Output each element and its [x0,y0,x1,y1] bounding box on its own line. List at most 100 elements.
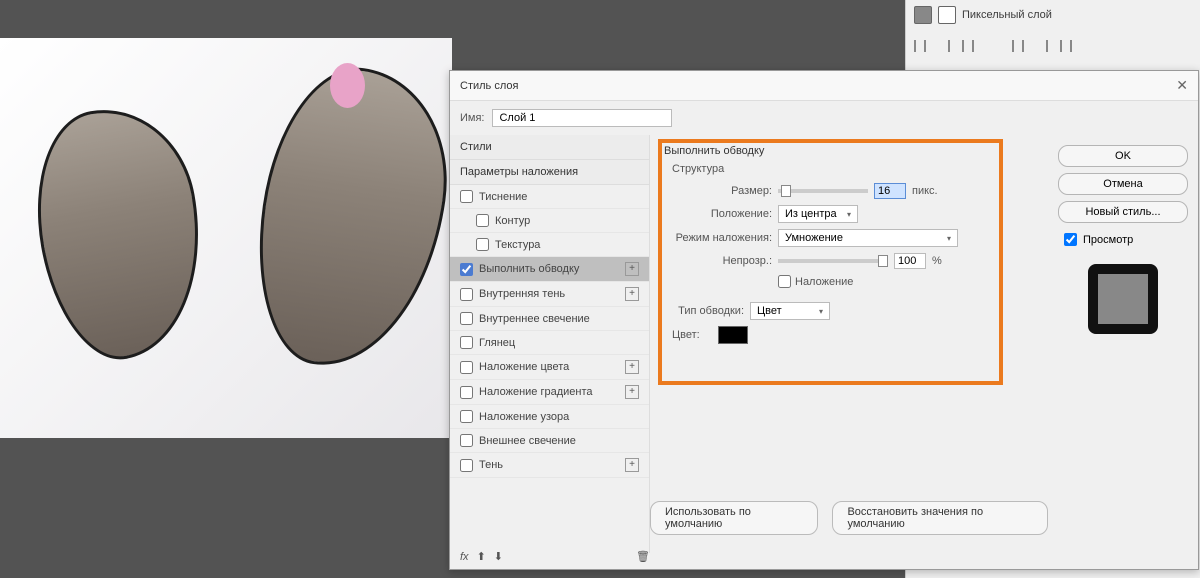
align-left-icon[interactable] [914,40,926,52]
opacity-unit: % [932,255,942,267]
size-slider[interactable] [778,189,868,193]
style-item-текстура[interactable]: Текстура [450,233,649,257]
style-item-глянец[interactable]: Глянец [450,331,649,355]
style-item-label: Тиснение [479,191,527,203]
layer-style-dialog: Стиль слоя ✕ Имя: Стили Параметры наложе… [449,70,1199,570]
chevron-down-icon: ▾ [947,234,951,243]
layer-name-input[interactable] [492,109,672,127]
style-checkbox[interactable] [460,190,473,203]
style-item-label: Контур [495,215,530,227]
canvas-area [0,38,452,438]
style-checkbox[interactable] [476,214,489,227]
cancel-button[interactable]: Отмена [1058,173,1188,195]
align-top-icon[interactable] [1012,40,1024,52]
structure-title: Структура [672,163,1034,175]
style-checkbox[interactable] [460,386,473,399]
opacity-input[interactable] [894,253,926,269]
style-item-внешнее-свечение[interactable]: Внешнее свечение [450,429,649,453]
style-settings-panel: Выполнить обводку Структура Размер: пикс… [650,135,1048,553]
style-checkbox[interactable] [460,459,473,472]
align-bottom-icon[interactable] [1060,40,1072,52]
preview-checkbox[interactable]: Просмотр [1064,233,1188,246]
style-item-тиснение[interactable]: Тиснение [450,185,649,209]
style-item-label: Наложение градиента [479,386,593,398]
style-checkbox[interactable] [460,361,473,374]
style-checkbox[interactable] [460,434,473,447]
layer-mask-icon [938,6,956,24]
chevron-down-icon: ▾ [847,210,851,219]
color-label: Цвет: [672,329,712,341]
add-effect-icon[interactable]: + [625,385,639,399]
layer-name: Пиксельный слой [962,9,1052,21]
layer-row[interactable]: Пиксельный слой [906,0,1200,30]
style-checkbox[interactable] [460,410,473,423]
fill-type-select[interactable]: Цвет ▾ [750,302,830,320]
style-item-внутренняя-тень[interactable]: Внутренняя тень + [450,282,649,307]
pink-toy [330,63,365,108]
add-effect-icon[interactable]: + [625,360,639,374]
arrow-down-icon[interactable]: ⬇ [494,550,503,563]
blending-options-item[interactable]: Параметры наложения [450,160,649,185]
style-item-наложение-узора[interactable]: Наложение узора [450,405,649,429]
style-checkbox[interactable] [460,312,473,325]
fill-type-label: Тип обводки: [664,305,744,317]
style-item-контур[interactable]: Контур [450,209,649,233]
style-item-label: Тень [479,459,503,471]
close-icon[interactable]: ✕ [1176,77,1188,94]
style-item-label: Внутренняя тень [479,288,565,300]
section-title: Выполнить обводку [664,145,1034,157]
align-middle-icon[interactable] [1036,40,1048,52]
style-item-label: Внешнее свечение [479,435,576,447]
style-item-label: Выполнить обводку [479,263,579,275]
add-effect-icon[interactable]: + [625,262,639,276]
blend-mode-select[interactable]: Умножение ▾ [778,229,958,247]
style-item-label: Наложение цвета [479,361,569,373]
overprint-checkbox[interactable]: Наложение [778,275,853,288]
blend-mode-label: Режим наложения: [664,232,772,244]
style-checkbox[interactable] [460,288,473,301]
style-item-label: Глянец [479,337,515,349]
add-effect-icon[interactable]: + [625,458,639,472]
align-right-icon[interactable] [962,40,974,52]
dialog-action-column: OK Отмена Новый стиль... Просмотр [1048,135,1198,553]
chevron-down-icon: ▾ [819,307,823,316]
style-item-выполнить-обводку[interactable]: Выполнить обводку + [450,257,649,282]
ok-button[interactable]: OK [1058,145,1188,167]
make-default-button[interactable]: Использовать по умолчанию [650,501,818,535]
arrow-up-icon[interactable]: ⬆ [477,550,486,563]
opacity-slider[interactable] [778,259,888,263]
position-select[interactable]: Из центра ▾ [778,205,858,223]
align-toolbar [906,30,1200,62]
style-item-label: Внутреннее свечение [479,313,590,325]
dialog-titlebar[interactable]: Стиль слоя ✕ [450,71,1198,101]
style-item-label: Текстура [495,239,540,251]
style-item-тень[interactable]: Тень + [450,453,649,478]
style-item-label: Наложение узора [479,411,569,423]
dialog-title: Стиль слоя [460,80,518,92]
new-style-button[interactable]: Новый стиль... [1058,201,1188,223]
fx-menu-icon[interactable]: fx [460,551,469,563]
size-unit: пикс. [912,185,938,197]
align-center-icon[interactable] [938,40,950,52]
name-label: Имя: [460,112,484,124]
styles-header: Стили [450,135,649,160]
style-checkbox[interactable] [460,263,473,276]
layer-thumbnail-icon [914,6,932,24]
styles-list: Стили Параметры наложения Тиснение Контур… [450,135,650,553]
position-label: Положение: [664,208,772,220]
trash-icon[interactable]: 🗑 [636,550,650,563]
cat-silhouette [20,96,221,370]
style-checkbox[interactable] [476,238,489,251]
opacity-label: Непрозр.: [664,255,772,267]
style-preview-thumbnail [1088,264,1158,334]
size-label: Размер: [664,185,772,197]
reset-default-button[interactable]: Восстановить значения по умолчанию [832,501,1048,535]
add-effect-icon[interactable]: + [625,287,639,301]
size-input[interactable] [874,183,906,199]
style-checkbox[interactable] [460,336,473,349]
style-item-внутреннее-свечение[interactable]: Внутреннее свечение [450,307,649,331]
style-item-наложение-цвета[interactable]: Наложение цвета + [450,355,649,380]
dialog-footer-tools: fx ⬆ ⬇ [460,550,503,563]
style-item-наложение-градиента[interactable]: Наложение градиента + [450,380,649,405]
color-swatch[interactable] [718,326,748,344]
